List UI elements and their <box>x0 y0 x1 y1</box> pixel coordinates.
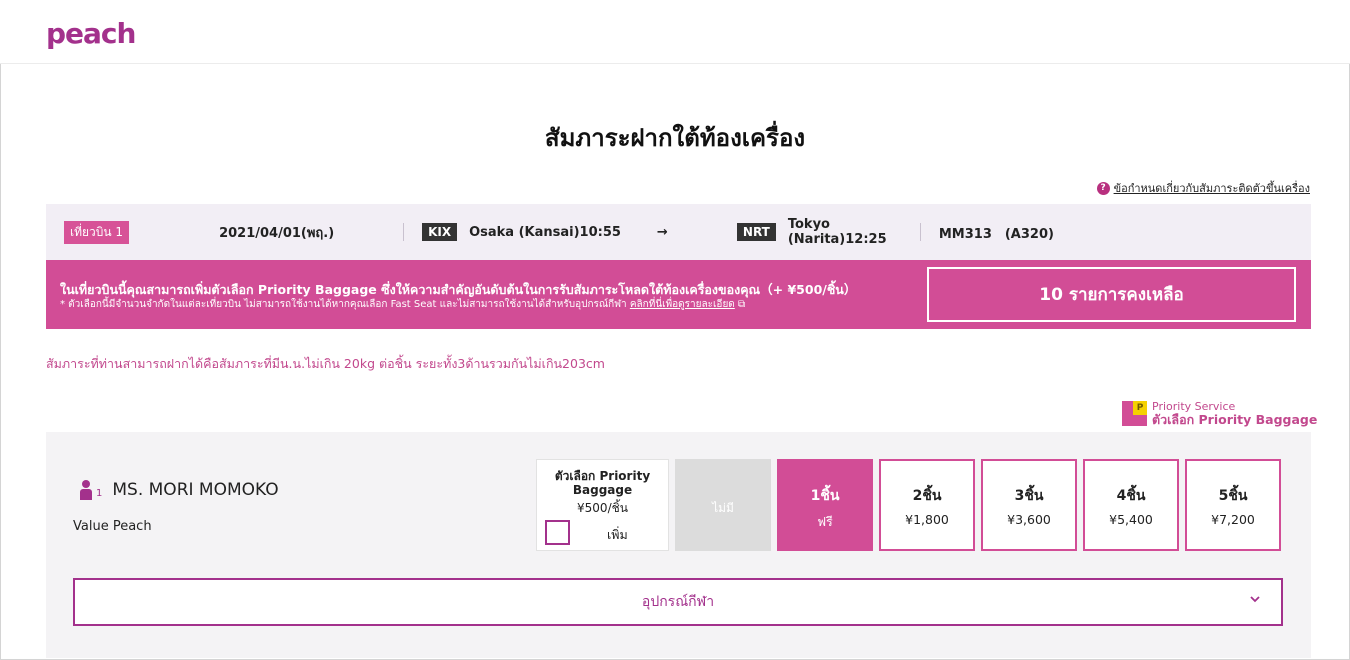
baggage-option-1[interactable]: 1ชิ้น ฟรี <box>777 459 873 551</box>
priority-legend-text: Priority Service ตัวเลือก Priority Bagga… <box>1152 400 1317 426</box>
fare-type: Value Peach <box>73 519 152 534</box>
option-count: 3ชิ้น <box>1014 488 1044 504</box>
carry-on-rules-link[interactable]: ? ข้อกำหนดเกี่ยวกับสัมภาระติดตัวขึ้นเครื… <box>1096 179 1310 197</box>
priority-option-price: ¥500/ชิ้น <box>577 501 628 515</box>
baggage-limit-note: สัมภาระที่ท่านสามารถฝากได้คือสัมภาระที่ม… <box>46 356 605 371</box>
baggage-option-3[interactable]: 3ชิ้น ¥3,600 <box>981 459 1077 551</box>
banner-sub-text: * ตัวเลือกนี้มีจำนวนจำกัดในแต่ละเที่ยวบิ… <box>60 297 745 312</box>
external-link-icon: ⧉ <box>737 299 746 310</box>
option-count: 4ชิ้น <box>1116 488 1146 504</box>
baggage-option-5[interactable]: 5ชิ้น ¥7,200 <box>1185 459 1281 551</box>
destination-airport-code: NRT <box>736 223 776 241</box>
person-icon <box>78 480 94 500</box>
remaining-count-button[interactable]: 10 รายการคงเหลือ <box>927 267 1296 322</box>
option-price: ¥1,800 <box>905 512 949 527</box>
priority-baggage-icon: P <box>1122 400 1147 426</box>
priority-add-checkbox[interactable] <box>545 520 570 545</box>
origin-airport-time: Osaka (Kansai)10:55 <box>469 224 621 240</box>
destination-airport-time: Tokyo (Narita)12:25 <box>787 217 887 247</box>
site-header: peach <box>0 0 1350 64</box>
priority-letter: P <box>1133 400 1147 415</box>
page-title: สัมภาระฝากใต้ท้องเครื่อง <box>544 124 806 152</box>
option-count: 5ชิ้น <box>1218 488 1248 504</box>
passenger-name: MS. MORI MOMOKO <box>112 480 279 500</box>
priority-option-title: ตัวเลือก Priority Baggage <box>554 469 651 497</box>
baggage-option-none: ไม่มี <box>675 459 771 551</box>
priority-legend-line2: ตัวเลือก Priority Baggage <box>1152 412 1318 427</box>
priority-service-legend: P Priority Service ตัวเลือก Priority Bag… <box>1122 400 1317 426</box>
priority-baggage-option: ตัวเลือก Priority Baggage ¥500/ชิ้น เพิ่… <box>536 459 669 551</box>
passenger-baggage-section: 1 MS. MORI MOMOKO Value Peach ตัวเลือก P… <box>46 432 1311 658</box>
option-price: ¥5,400 <box>1109 512 1153 527</box>
flight-tag: เที่ยวบิน 1 <box>64 220 130 244</box>
option-count: ไม่มี <box>712 501 734 515</box>
details-link[interactable]: คลิกที่นี่เพื่อดูรายละเอียด <box>630 299 735 310</box>
passenger-number: 1 <box>96 487 103 499</box>
option-price: ฟรี <box>817 514 833 529</box>
option-price: ¥7,200 <box>1211 512 1255 527</box>
priority-baggage-banner: ในเที่ยวบินนี้คุณสามารถเพิ่มตัวเลือก Pri… <box>46 260 1311 329</box>
sports-equipment-accordion[interactable]: อุปกรณ์กีฬา <box>73 578 1283 626</box>
option-count: 2ชิ้น <box>912 488 942 504</box>
baggage-option-2[interactable]: 2ชิ้น ¥1,800 <box>879 459 975 551</box>
sports-equipment-label: อุปกรณ์กีฬา <box>641 594 715 610</box>
priority-add-label: เพิ่ม <box>607 527 628 542</box>
option-count: 1ชิ้น <box>810 488 840 504</box>
arrow-right-icon: → <box>656 224 668 240</box>
baggage-option-4[interactable]: 4ชิ้น ¥5,400 <box>1083 459 1179 551</box>
flight-date: 2021/04/01(พฤ.) <box>219 225 335 241</box>
divider <box>919 223 921 241</box>
banner-sub-note: * ตัวเลือกนี้มีจำนวนจำกัดในแต่ละเที่ยวบิ… <box>60 299 627 310</box>
chevron-down-icon <box>1250 596 1260 603</box>
passenger-header: 1 MS. MORI MOMOKO <box>78 480 279 500</box>
carry-on-rules-link-label: ข้อกำหนดเกี่ยวกับสัมภาระติดตัวขึ้นเครื่อ… <box>1113 182 1310 195</box>
flight-info-bar: เที่ยวบิน 1 2021/04/01(พฤ.) KIX Osaka (K… <box>46 204 1311 260</box>
question-circle-icon: ? <box>1096 181 1110 195</box>
divider <box>403 223 405 241</box>
origin-airport-code: KIX <box>422 223 458 241</box>
option-price: ¥3,600 <box>1007 512 1051 527</box>
peach-logo[interactable]: peach <box>46 17 136 50</box>
flight-number: MM313 (A320) <box>938 226 1054 242</box>
